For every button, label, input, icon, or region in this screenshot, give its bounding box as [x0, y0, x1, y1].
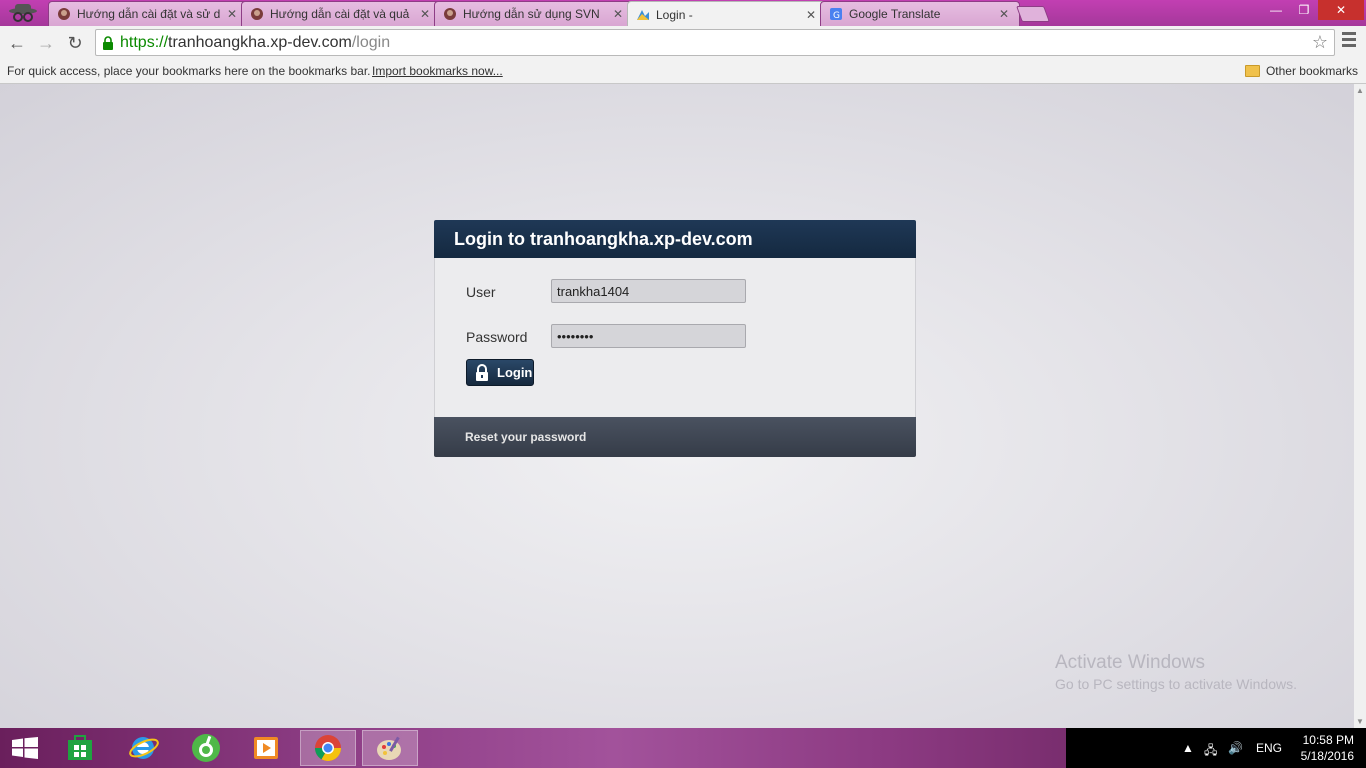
- windows-start-icon[interactable]: [12, 737, 38, 759]
- tab-title: Hướng dẫn sử dụng SVN: [463, 7, 600, 21]
- tab-close-icon[interactable]: ✕: [418, 7, 432, 21]
- close-window-button[interactable]: ✕: [1318, 0, 1364, 20]
- paint-icon[interactable]: [362, 730, 418, 766]
- windows-taskbar: ▲ 🖧 🔊 ENG 10:58 PM 5/18/2016: [0, 728, 1366, 768]
- clock-date: 5/18/2016: [1300, 749, 1354, 763]
- page-content: Login to tranhoangkha.xp-dev.com User Pa…: [0, 84, 1366, 728]
- minimize-button[interactable]: —: [1262, 0, 1290, 20]
- import-bookmarks-link[interactable]: Import bookmarks now...: [372, 64, 503, 78]
- tab-close-icon[interactable]: ✕: [804, 8, 818, 22]
- browser-toolbar: ← → ↻ https://tranhoangkha.xp-dev.com/lo…: [0, 26, 1366, 59]
- forward-button[interactable]: →: [35, 32, 57, 54]
- browser-tab[interactable]: G Google Translate ✕: [820, 1, 1020, 26]
- media-player-icon[interactable]: [238, 730, 294, 766]
- tab-close-icon[interactable]: ✕: [225, 7, 239, 21]
- tab-title: Hướng dẫn cài đặt và quả: [270, 7, 410, 21]
- reset-password-link[interactable]: Reset your password: [465, 430, 586, 444]
- incognito-icon: [9, 4, 37, 22]
- system-tray: ▲ 🖧 🔊 ENG 10:58 PM 5/18/2016: [1066, 728, 1366, 768]
- secure-lock-icon: [103, 36, 113, 50]
- network-icon[interactable]: 🖧: [1204, 741, 1217, 762]
- language-indicator[interactable]: ENG: [1256, 741, 1282, 755]
- svg-text:G: G: [833, 11, 840, 21]
- login-button-label: Login: [497, 365, 533, 380]
- login-header: Login to tranhoangkha.xp-dev.com: [434, 220, 916, 258]
- coc-coc-icon[interactable]: [178, 730, 234, 766]
- user-label: User: [466, 284, 496, 300]
- tab-title: Google Translate: [849, 7, 941, 21]
- tab-close-icon[interactable]: ✕: [611, 7, 625, 21]
- tab-title: Hướng dẫn cài đặt và sử d: [77, 7, 221, 21]
- browser-tab-active[interactable]: Login - ✕: [627, 1, 827, 28]
- site-favicon-icon: [58, 8, 70, 20]
- bookmarks-bar: For quick access, place your bookmarks h…: [0, 59, 1366, 84]
- scroll-up-icon[interactable]: ▲: [1356, 86, 1364, 95]
- url-path: /login: [351, 34, 391, 51]
- new-tab-button[interactable]: [1016, 6, 1050, 22]
- internet-explorer-icon[interactable]: [116, 730, 172, 766]
- show-hidden-icons-icon[interactable]: ▲: [1182, 741, 1194, 755]
- other-bookmarks-label: Other bookmarks: [1265, 64, 1358, 78]
- folder-icon: [1244, 65, 1260, 77]
- password-input[interactable]: [551, 324, 746, 348]
- login-form: User Password Login: [434, 258, 916, 417]
- browser-tab[interactable]: Hướng dẫn cài đặt và sử d ✕: [48, 1, 248, 26]
- site-favicon-icon: [444, 8, 456, 20]
- tab-title: Login -: [656, 8, 693, 22]
- page-scrollbar[interactable]: ▲ ▼: [1354, 84, 1366, 728]
- password-label: Password: [466, 329, 528, 345]
- back-button[interactable]: ←: [6, 32, 28, 54]
- bookmarks-hint: For quick access, place your bookmarks h…: [7, 64, 371, 78]
- chrome-icon[interactable]: [300, 730, 356, 766]
- volume-icon[interactable]: 🔊: [1228, 741, 1243, 755]
- login-panel: Login to tranhoangkha.xp-dev.com User Pa…: [434, 220, 916, 457]
- clock[interactable]: 10:58 PM 5/18/2016: [1301, 732, 1354, 764]
- store-icon[interactable]: [52, 730, 108, 766]
- bookmark-star-icon[interactable]: ☆: [1312, 32, 1328, 53]
- user-input[interactable]: [551, 279, 746, 303]
- url-host: tranhoangkha.xp-dev.com: [168, 34, 352, 51]
- xp-dev-favicon-icon: [637, 10, 649, 20]
- chrome-menu-icon[interactable]: [1342, 32, 1356, 50]
- other-bookmarks-button[interactable]: Other bookmarks: [1244, 64, 1358, 78]
- tab-close-icon[interactable]: ✕: [997, 7, 1011, 21]
- activate-windows-watermark: Activate Windows Go to PC settings to ac…: [1055, 652, 1297, 692]
- scroll-down-icon[interactable]: ▼: [1356, 717, 1364, 726]
- browser-tab[interactable]: Hướng dẫn cài đặt và quả ✕: [241, 1, 441, 26]
- reload-button[interactable]: ↻: [64, 32, 86, 54]
- url-text: https://tranhoangkha.xp-dev.com/login: [120, 34, 390, 52]
- padlock-icon: [476, 363, 488, 381]
- address-bar[interactable]: https://tranhoangkha.xp-dev.com/login ☆: [95, 29, 1335, 56]
- restore-button[interactable]: ❐: [1290, 0, 1318, 20]
- browser-tab-strip: Hướng dẫn cài đặt và sử d ✕ Hướng dẫn cà…: [0, 0, 1366, 28]
- login-button[interactable]: Login: [466, 359, 534, 386]
- site-favicon-icon: [251, 8, 263, 20]
- google-translate-favicon-icon: G: [830, 8, 842, 21]
- watermark-title: Activate Windows: [1055, 652, 1205, 673]
- url-scheme: https://: [120, 34, 169, 51]
- login-footer: Reset your password: [434, 417, 916, 457]
- watermark-subtitle: Go to PC settings to activate Windows.: [1055, 676, 1297, 692]
- browser-tab[interactable]: Hướng dẫn sử dụng SVN ✕: [434, 1, 634, 26]
- clock-time: 10:58 PM: [1302, 733, 1354, 747]
